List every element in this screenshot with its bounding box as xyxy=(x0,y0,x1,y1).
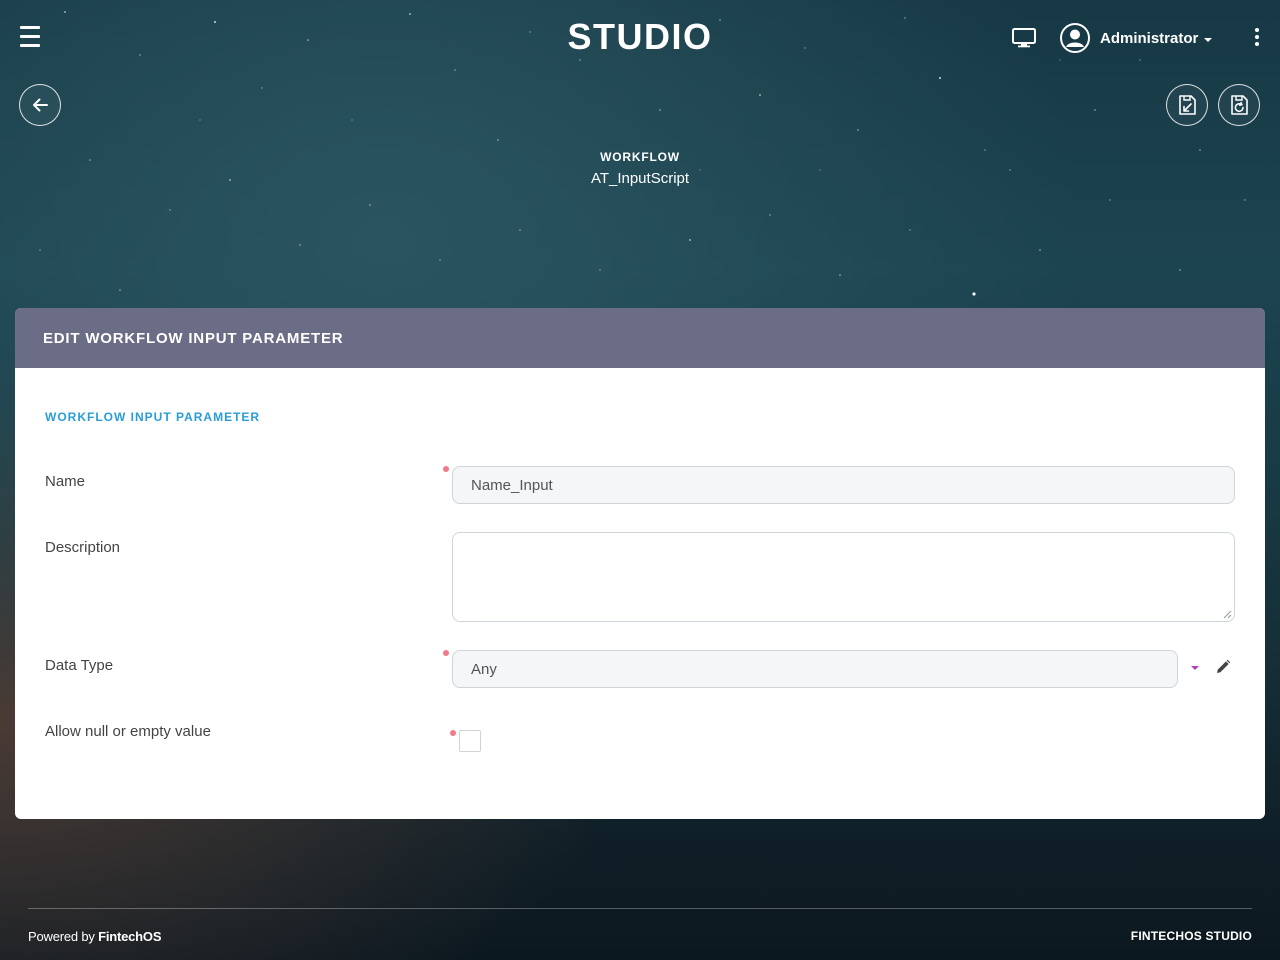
back-button[interactable] xyxy=(19,84,61,126)
description-label: Description xyxy=(45,539,121,556)
card-header: EDIT WORKFLOW INPUT PARAMETER xyxy=(15,308,1265,368)
footer-brand: FINTECHOS STUDIO xyxy=(1130,929,1252,943)
save-and-reload-button[interactable] xyxy=(1218,84,1260,126)
user-menu[interactable]: Administrator xyxy=(1060,22,1213,54)
allow-null-checkbox[interactable] xyxy=(459,730,481,752)
section-title: WORKFLOW INPUT PARAMETER xyxy=(45,410,261,424)
save-and-close-button[interactable] xyxy=(1166,84,1208,126)
pencil-icon[interactable] xyxy=(1215,659,1231,675)
monitor-icon[interactable] xyxy=(1012,28,1036,48)
avatar-icon xyxy=(1060,23,1090,53)
entity-type-label: WORKFLOW xyxy=(600,150,680,164)
edit-form-card: EDIT WORKFLOW INPUT PARAMETER WORKFLOW I… xyxy=(15,308,1265,819)
data-type-select[interactable]: Any xyxy=(452,650,1178,688)
save-and-reload-icon xyxy=(1231,95,1248,115)
data-type-label: Data Type xyxy=(45,657,114,674)
top-bar: STUDIO Administrator xyxy=(0,0,1280,76)
footer-divider xyxy=(28,908,1252,909)
required-indicator xyxy=(443,466,449,472)
entity-heading: WORKFLOW AT_InputScript xyxy=(0,150,1280,187)
save-and-close-icon xyxy=(1179,95,1196,115)
form-title: EDIT WORKFLOW INPUT PARAMETER xyxy=(43,329,344,347)
chevron-down-icon xyxy=(1204,37,1213,42)
powered-by: Powered by FintechOS xyxy=(28,929,161,944)
name-label: Name xyxy=(45,473,86,490)
user-name: Administrator xyxy=(1100,29,1199,47)
dropdown-caret-icon[interactable] xyxy=(1191,666,1199,670)
arrow-left-icon xyxy=(33,98,48,112)
description-textarea[interactable] xyxy=(452,532,1235,622)
entity-name: AT_InputScript xyxy=(590,170,690,187)
more-options-icon[interactable] xyxy=(1252,28,1262,48)
required-indicator xyxy=(450,730,456,736)
allow-null-label: Allow null or empty value xyxy=(45,723,211,740)
name-input[interactable]: Name_Input xyxy=(452,466,1235,504)
powered-brand[interactable]: FintechOS xyxy=(98,929,161,944)
powered-prefix: Powered by xyxy=(28,929,95,944)
required-indicator xyxy=(443,650,449,656)
resize-grip-icon[interactable] xyxy=(1222,609,1232,619)
